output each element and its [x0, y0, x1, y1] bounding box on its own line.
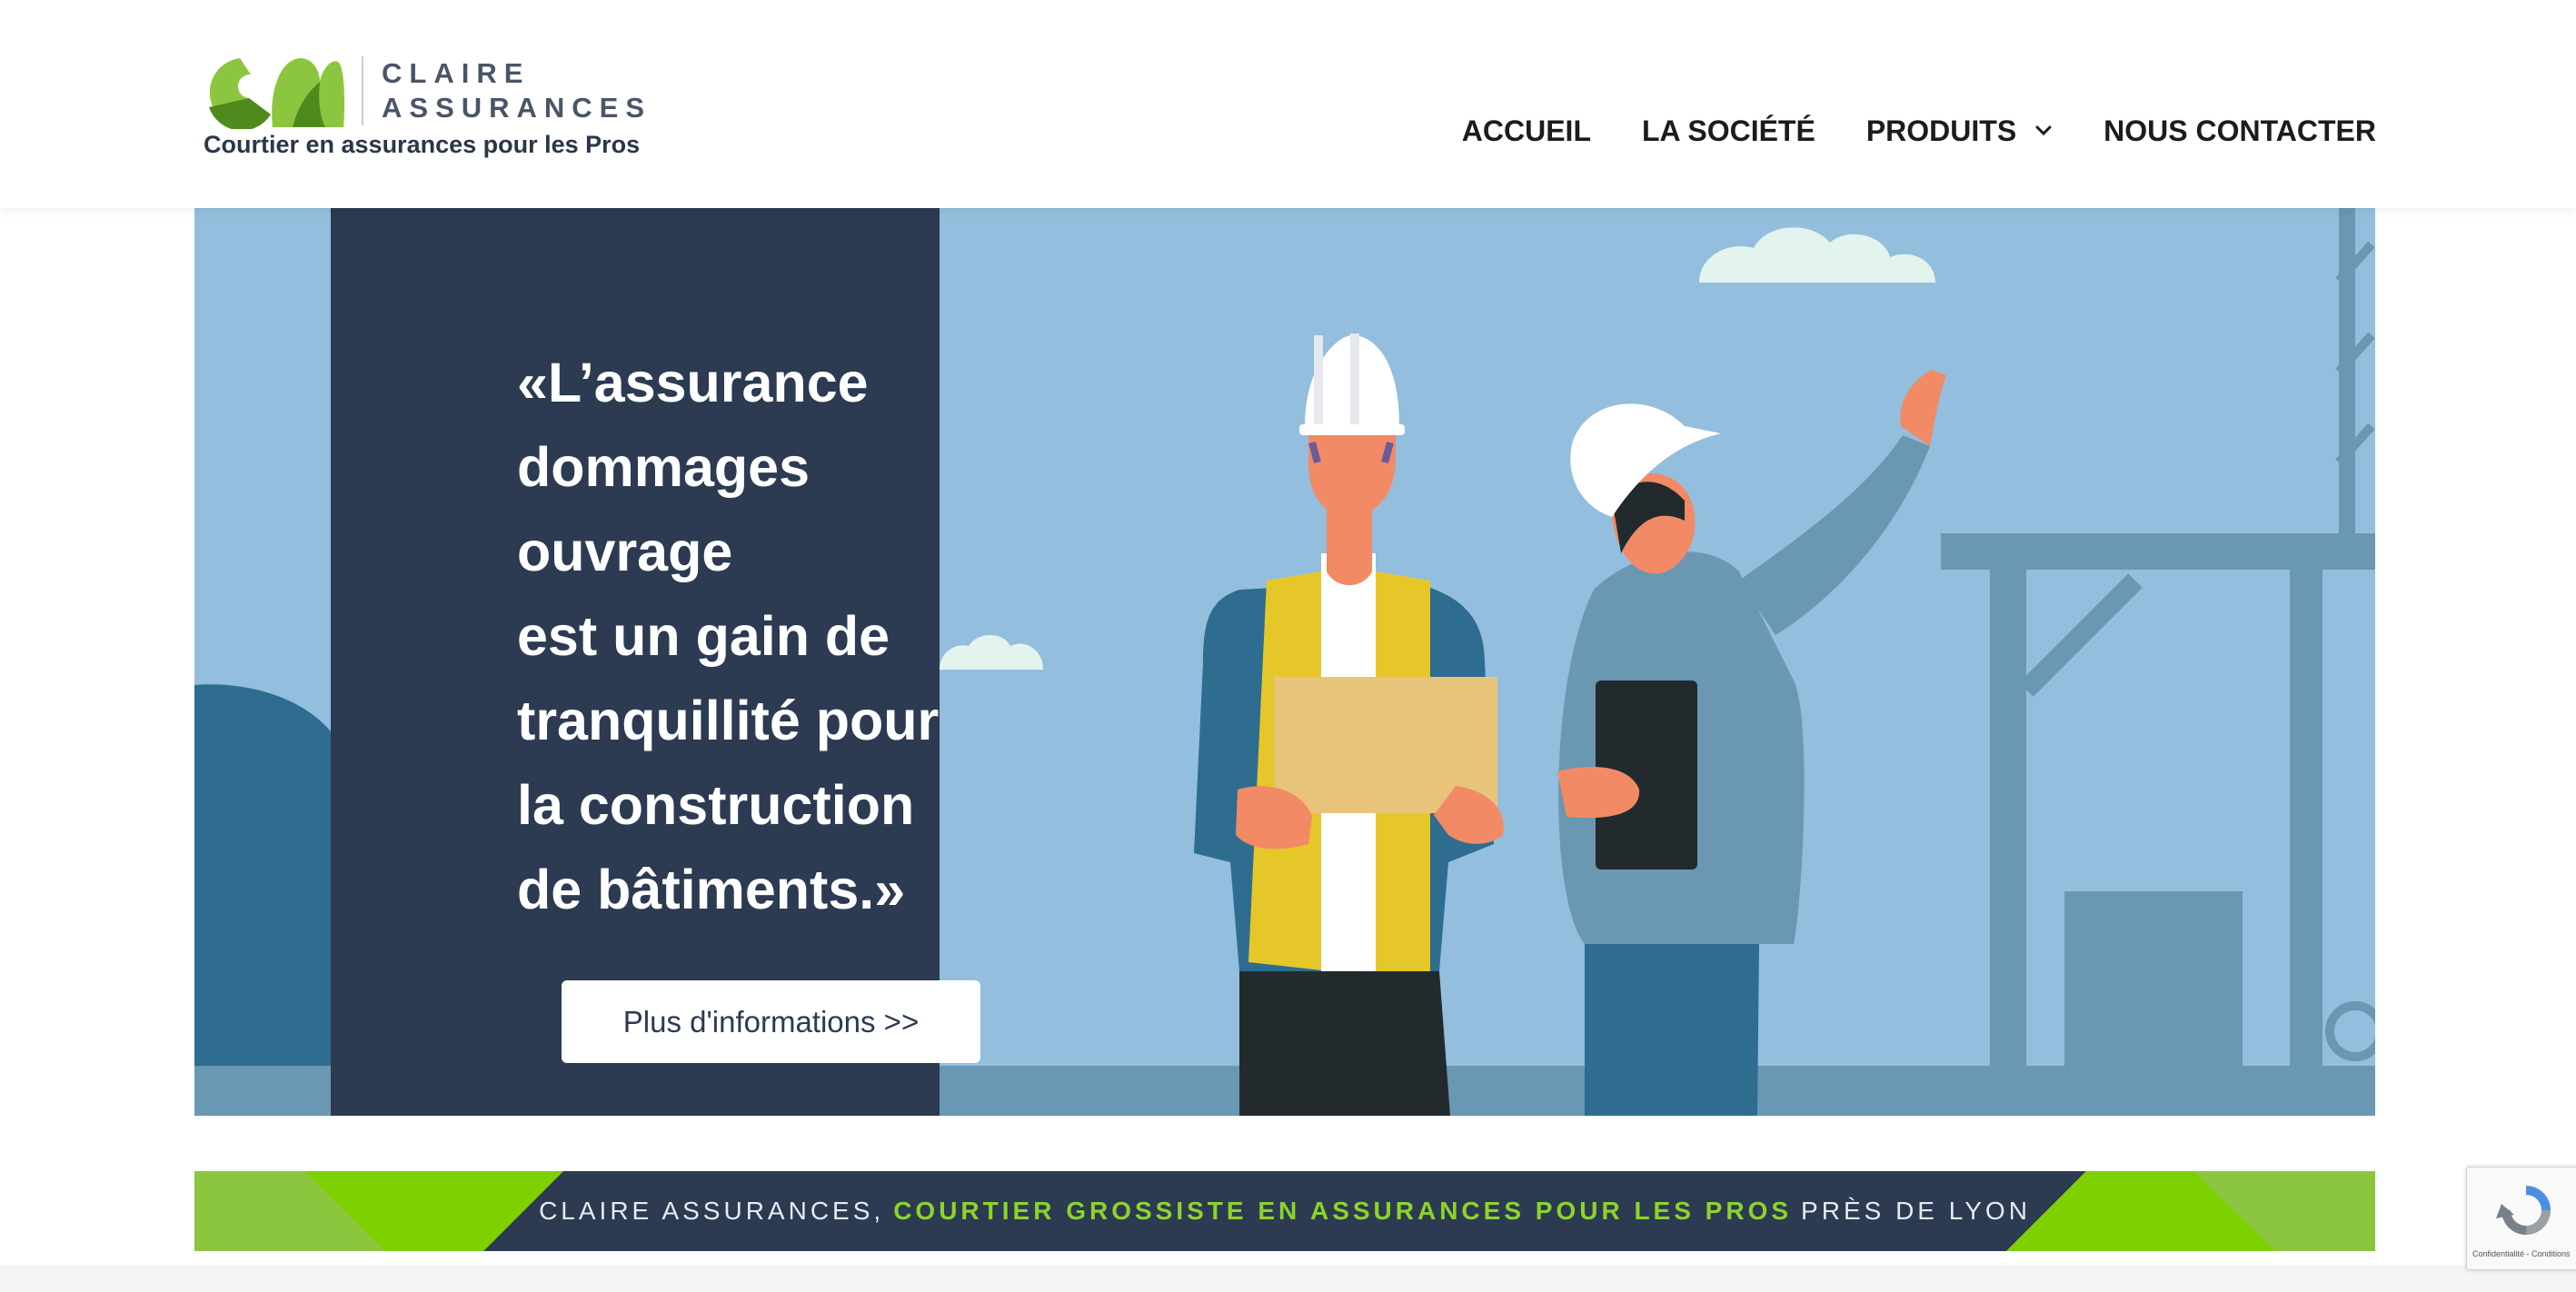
logo-tagline: Courtier en assurances pour les Pros: [204, 131, 641, 158]
more-info-button[interactable]: Plus d'informations >>: [562, 980, 980, 1063]
site-header: CLAIRE ASSURANCES Courtier en assurances…: [0, 0, 2576, 208]
banner-prefix: CLAIRE ASSURANCES,: [539, 1197, 885, 1225]
recaptcha-badge[interactable]: Confidentialité - Conditions: [2466, 1167, 2576, 1270]
hero-quote-line: ouvrage: [517, 521, 733, 582]
recaptcha-links[interactable]: Confidentialité - Conditions: [2472, 1249, 2571, 1258]
nav-item-la-societe[interactable]: LA SOCIÉTÉ: [1642, 114, 1815, 148]
hero-quote-line: est un gain de: [517, 605, 890, 667]
logo-divider: [362, 56, 363, 125]
nav-item-nous-contacter[interactable]: NOUS CONTACTER: [2104, 114, 2376, 148]
banner-highlight: COURTIER GROSSISTE EN ASSURANCES POUR LE…: [893, 1197, 1793, 1225]
hero-quote-line: la construction: [517, 774, 915, 836]
tagline-banner: CLAIRE ASSURANCES, COURTIER GROSSISTE EN…: [194, 1171, 2375, 1251]
nav-item-produits[interactable]: PRODUITS: [1866, 114, 2053, 148]
hero-quote-line: «L’assurance: [517, 352, 869, 413]
hero-quote-line: tranquillité pour: [517, 690, 940, 751]
page-bottom-strip: [0, 1265, 2576, 1292]
hero-quote-line: de bâtiments.»: [517, 859, 906, 920]
main-nav: ACCUEIL LA SOCIÉTÉ PRODUITS NOUS CONTACT…: [1462, 111, 2376, 151]
banner-suffix: PRÈS DE LYON: [1801, 1197, 2031, 1225]
nav-item-label: LA SOCIÉTÉ: [1641, 114, 1815, 147]
hero-slider: «L’assurance dommages ouvrage est un gai…: [194, 208, 2375, 1116]
logo-name-line1: CLAIRE: [382, 57, 531, 89]
quote-panel: «L’assurance dommages ouvrage est un gai…: [331, 208, 980, 1116]
nav-item-label: PRODUITS: [1865, 114, 2017, 147]
logo-mark-icon: [209, 58, 345, 129]
nav-item-label: NOUS CONTACTER: [2104, 114, 2376, 147]
chevron-down-icon[interactable]: [2034, 124, 2053, 137]
site-logo[interactable]: CLAIRE ASSURANCES Courtier en assurances…: [202, 55, 644, 164]
hero-quote: «L’assurance dommages ouvrage est un gai…: [517, 341, 1026, 932]
logo-name-line2: ASSURANCES: [382, 92, 652, 124]
nav-item-label: ACCUEIL: [1461, 114, 1591, 147]
hero-quote-line: dommages: [517, 436, 811, 498]
recaptcha-icon: [2496, 1186, 2551, 1235]
nav-item-accueil[interactable]: ACCUEIL: [1462, 114, 1591, 148]
logo-wordmark: CLAIRE ASSURANCES: [382, 56, 645, 125]
banner-text: CLAIRE ASSURANCES, COURTIER GROSSISTE EN…: [194, 1171, 2375, 1251]
